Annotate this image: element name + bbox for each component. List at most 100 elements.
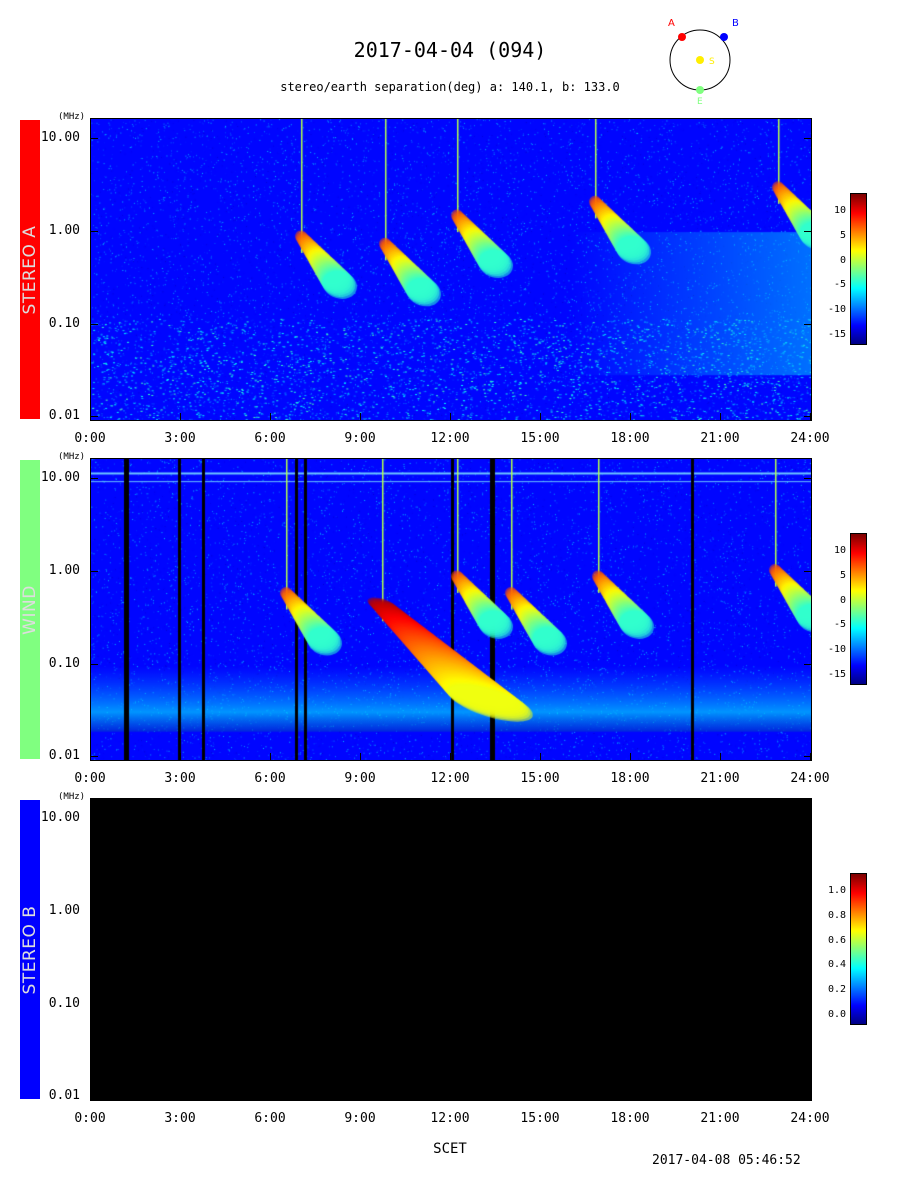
y-tick-label: 0.01 [48, 1088, 80, 1103]
x-tick-label: 18:00 [610, 431, 650, 446]
y-tick-mark-right [804, 231, 812, 232]
colorbar-tick-label: 0.4 [827, 959, 846, 971]
y-unit-label: (MHz) [58, 112, 86, 122]
y-tick-label: 1.00 [48, 563, 80, 578]
colorbar-tick-label: -10 [827, 644, 846, 656]
x-tick-mark [630, 753, 631, 760]
x-tick-label: 21:00 [700, 431, 740, 446]
colorbar-tick-label: -5 [833, 619, 846, 631]
x-tick-label: 3:00 [164, 431, 196, 446]
y-tick-label: 10.00 [40, 130, 80, 145]
colorbar-tick-label: -15 [827, 329, 846, 340]
x-tick-mark [270, 753, 271, 760]
x-tick-label: 9:00 [344, 1111, 376, 1126]
y-tick-mark [90, 138, 98, 139]
x-tick-mark [180, 413, 181, 420]
y-unit-label: (MHz) [58, 792, 86, 802]
x-tick-label: 6:00 [254, 431, 286, 446]
colorbar-tick-label: 0 [839, 594, 846, 606]
colorbar-tick-label: -10 [827, 304, 846, 316]
x-tick-mark [180, 753, 181, 760]
colorbar-1 [850, 533, 867, 685]
panel-label-stereo-b: STEREO B [20, 800, 40, 1099]
y-tick-mark-right [804, 664, 812, 665]
x-tick-mark [720, 1093, 721, 1100]
panel-label-text: STEREO A [20, 225, 40, 314]
orbit-label-s: S [709, 57, 715, 67]
y-tick-mark [90, 1004, 98, 1005]
x-tick-mark [810, 1093, 811, 1100]
x-tick-mark [630, 413, 631, 420]
y-tick-mark [90, 324, 98, 325]
y-tick-label: 0.01 [48, 748, 80, 763]
colorbar-0 [850, 193, 867, 345]
x-tick-mark [540, 753, 541, 760]
x-tick-mark [270, 413, 271, 420]
spectrogram-0 [90, 118, 812, 421]
x-tick-mark [360, 753, 361, 760]
x-tick-label: 24:00 [790, 431, 830, 446]
y-tick-mark [90, 478, 98, 479]
x-tick-mark [720, 413, 721, 420]
stereo-b-marker [720, 33, 728, 41]
x-tick-mark [90, 753, 91, 760]
x-tick-label: 12:00 [430, 431, 470, 446]
y-tick-label: 0.10 [48, 996, 80, 1011]
orbit-label-e: E [697, 97, 703, 107]
y-tick-label: 1.00 [48, 223, 80, 238]
colorbar-tick-label: 5 [839, 229, 846, 241]
y-tick-mark [90, 571, 98, 572]
orbit-label-b: B [732, 18, 739, 29]
chart-title: 2017-04-04 (094) [353, 38, 547, 62]
x-tick-label: 15:00 [520, 771, 560, 786]
sun-marker [696, 56, 704, 64]
x-tick-label: 12:00 [430, 771, 470, 786]
generated-timestamp: 2017-04-08 05:46:52 [652, 1153, 801, 1168]
x-tick-mark [630, 1093, 631, 1100]
y-tick-label: 0.10 [48, 656, 80, 671]
y-tick-mark-right [804, 324, 812, 325]
y-tick-mark-right [804, 911, 812, 912]
x-tick-label: 15:00 [520, 431, 560, 446]
panel-label-text: STEREO B [20, 905, 40, 994]
x-tick-mark [90, 413, 91, 420]
x-tick-mark [450, 413, 451, 420]
x-tick-mark [90, 1093, 91, 1100]
x-tick-label: 3:00 [164, 771, 196, 786]
x-tick-label: 9:00 [344, 771, 376, 786]
x-tick-mark [270, 1093, 271, 1100]
y-tick-label: 10.00 [40, 810, 80, 825]
x-tick-label: 24:00 [790, 1111, 830, 1126]
x-tick-label: 21:00 [700, 1111, 740, 1126]
colorbar-tick-label: -15 [827, 669, 846, 680]
y-tick-label: 10.00 [40, 470, 80, 485]
y-tick-mark [90, 664, 98, 665]
orbit-diagram: A B S E [668, 18, 739, 107]
x-tick-label: 0:00 [74, 1111, 106, 1126]
x-tick-mark [360, 413, 361, 420]
earth-marker [696, 86, 704, 94]
y-tick-mark [90, 756, 98, 757]
x-tick-mark [540, 1093, 541, 1100]
colorbar-tick-label: 0.0 [827, 1009, 846, 1020]
x-tick-label: 0:00 [74, 771, 106, 786]
colorbar-tick-label: 10 [833, 205, 846, 216]
y-tick-label: 1.00 [48, 903, 80, 918]
x-tick-mark [810, 413, 811, 420]
panel-label-stereo-a: STEREO A [20, 120, 40, 419]
colorbar-tick-label: 1.0 [827, 885, 846, 896]
y-tick-mark [90, 818, 98, 819]
x-tick-mark [360, 1093, 361, 1100]
colorbar-tick-label: 0.6 [827, 934, 846, 946]
x-tick-label: 0:00 [74, 431, 106, 446]
y-tick-mark-right [804, 478, 812, 479]
y-tick-mark [90, 911, 98, 912]
x-tick-label: 18:00 [610, 1111, 650, 1126]
colorbar-tick-label: 10 [833, 545, 846, 556]
colorbar-tick-label: 0.2 [827, 984, 846, 996]
x-tick-label: 3:00 [164, 1111, 196, 1126]
spectrogram-1 [90, 458, 812, 761]
y-tick-mark-right [804, 818, 812, 819]
y-tick-label: 0.01 [48, 408, 80, 423]
y-tick-mark [90, 416, 98, 417]
